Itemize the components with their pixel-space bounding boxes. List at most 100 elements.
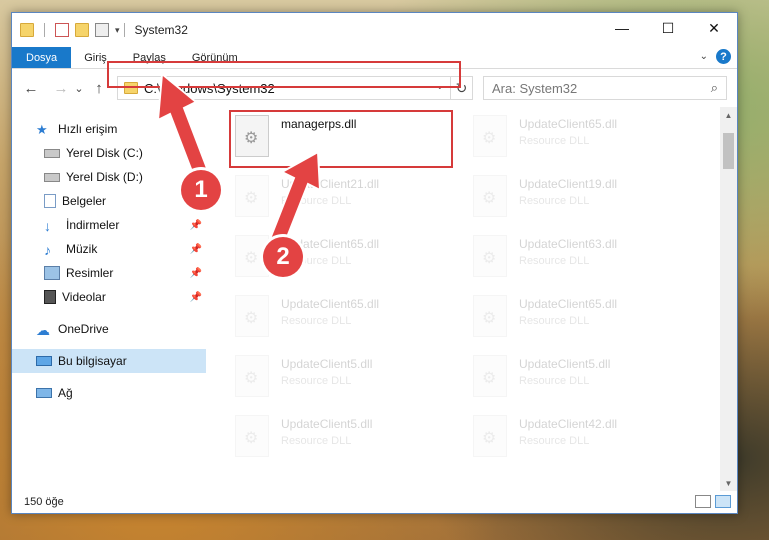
- sidebar-item-label: Yerel Disk (D:): [66, 170, 143, 184]
- recent-locations-button[interactable]: ⌄: [72, 77, 86, 99]
- details-view-icon[interactable]: [695, 495, 711, 508]
- file-item[interactable]: UpdateClient5.dll Resource DLL: [235, 355, 465, 409]
- sidebar-item-network[interactable]: Ağ: [12, 381, 206, 405]
- file-name: UpdateClient5.dll: [519, 357, 611, 371]
- customize-toolbar-icon[interactable]: ▾: [115, 25, 120, 36]
- file-name: UpdateClient19.dll: [519, 177, 618, 191]
- sidebar-item-label: Ağ: [58, 386, 73, 400]
- pin-icon[interactable]: 📌: [190, 268, 202, 279]
- file-name: UpdateClient65.dll: [519, 117, 618, 131]
- file-item[interactable]: UpdateClient5.dll Resource DLL: [473, 355, 703, 409]
- sidebar-item-music[interactable]: ♪ Müzik 📌: [12, 237, 206, 261]
- sidebar-item-label: OneDrive: [58, 322, 109, 336]
- dll-file-icon: [235, 415, 269, 457]
- view-switcher: [695, 495, 731, 508]
- scroll-up-icon[interactable]: ▲: [720, 107, 737, 123]
- file-item[interactable]: managerps.dll: [235, 115, 465, 169]
- navigation-bar: ← → ⌄ ↑ C:\Windows\System32 ⌄ ↻ Ara: Sys…: [12, 69, 737, 107]
- maximize-button[interactable]: ☐: [645, 13, 691, 43]
- network-icon: [36, 388, 52, 398]
- file-type: Resource DLL: [519, 435, 590, 447]
- sidebar-item-this-pc[interactable]: Bu bilgisayar: [12, 349, 206, 373]
- sidebar-item-downloads[interactable]: ↓ İndirmeler 📌: [12, 213, 206, 237]
- sidebar-item-quick-access[interactable]: ★ Hızlı erişim: [12, 117, 206, 141]
- separator: [123, 23, 125, 37]
- sidebar-item-label: Yerel Disk (C:): [66, 146, 143, 160]
- refresh-button[interactable]: ↻: [451, 76, 473, 100]
- file-item[interactable]: UpdateClient19.dll Resource DLL: [473, 175, 703, 229]
- file-item[interactable]: UpdateClient65.dll Resource DLL: [473, 295, 703, 349]
- file-type: Resource DLL: [519, 315, 590, 327]
- file-item[interactable]: UpdateClient65.dll Resource DLL: [473, 115, 703, 169]
- forward-button[interactable]: →: [50, 77, 72, 99]
- file-name: UpdateClient21.dll: [281, 177, 380, 191]
- address-bar[interactable]: C:\Windows\System32 ⌄: [117, 76, 451, 100]
- file-type: Resource DLL: [519, 195, 590, 207]
- minimize-button[interactable]: —: [599, 13, 645, 43]
- navigation-pane: ★ Hızlı erişim Yerel Disk (C:) 📌 Yerel D…: [12, 107, 207, 491]
- sidebar-item-label: Hızlı erişim: [58, 122, 118, 136]
- search-placeholder: Ara: System32: [492, 80, 578, 96]
- status-bar: 150 öğe: [12, 491, 737, 513]
- document-icon: [44, 194, 56, 208]
- separator: [44, 23, 45, 37]
- sidebar-item-label: Resimler: [66, 266, 114, 280]
- sidebar-item-label: İndirmeler: [66, 218, 120, 232]
- file-explorer-window: ▾ System32 — ☐ ✕ Dosya Giriş Paylaş Görü…: [11, 12, 738, 514]
- scroll-thumb[interactable]: [723, 133, 734, 169]
- sidebar-item-label: Bu bilgisayar: [58, 354, 127, 368]
- file-item[interactable]: UpdateClient21.dll Resource DLL: [235, 175, 465, 229]
- item-count: 150 öğe: [24, 496, 64, 508]
- music-icon: ♪: [44, 242, 51, 258]
- sidebar-item-videos[interactable]: Videolar 📌: [12, 285, 206, 309]
- window-title: System32: [134, 23, 188, 37]
- dll-file-icon: [473, 295, 507, 337]
- dll-file-icon: [235, 355, 269, 397]
- dll-file-icon: [473, 355, 507, 397]
- folder-icon: [20, 23, 34, 37]
- dll-file-icon: [473, 115, 507, 157]
- pin-icon[interactable]: 📌: [190, 244, 202, 255]
- dll-file-icon: [235, 175, 269, 217]
- file-item[interactable]: UpdateClient65.dll Resource DLL: [235, 295, 465, 349]
- file-item[interactable]: UpdateClient5.dll Resource DLL: [235, 415, 465, 469]
- sidebar-item-pictures[interactable]: Resimler 📌: [12, 261, 206, 285]
- file-item[interactable]: UpdateClient42.dll Resource DLL: [473, 415, 703, 469]
- close-button[interactable]: ✕: [691, 13, 737, 43]
- large-icons-view-icon[interactable]: [715, 495, 731, 508]
- back-button[interactable]: ←: [20, 77, 42, 99]
- file-name: UpdateClient65.dll: [519, 297, 618, 311]
- dll-file-icon: [235, 295, 269, 337]
- file-item[interactable]: UpdateClient63.dll Resource DLL: [473, 235, 703, 289]
- folder-icon: [124, 82, 138, 94]
- scroll-down-icon[interactable]: ▼: [720, 475, 737, 491]
- pin-icon[interactable]: 📌: [190, 292, 202, 303]
- tab-gorunum[interactable]: Görünüm: [179, 47, 251, 68]
- tab-dosya[interactable]: Dosya: [12, 47, 72, 68]
- sidebar-item-label: Belgeler: [62, 194, 107, 208]
- view-icon[interactable]: [95, 23, 109, 37]
- drive-icon: [44, 172, 60, 182]
- file-type: Resource DLL: [281, 315, 352, 327]
- vertical-scrollbar[interactable]: ▲ ▼: [720, 107, 737, 491]
- sidebar-item-onedrive[interactable]: ☁ OneDrive: [12, 317, 206, 341]
- pin-icon[interactable]: 📌: [190, 148, 202, 159]
- tab-paylas[interactable]: Paylaş: [120, 47, 179, 68]
- chevron-down-icon[interactable]: ⌄: [700, 51, 708, 62]
- file-type: Resource DLL: [519, 255, 590, 267]
- pin-icon[interactable]: 📌: [190, 220, 202, 231]
- sidebar-item-local-disk-c[interactable]: Yerel Disk (C:) 📌: [12, 141, 206, 165]
- sidebar-item-local-disk-d[interactable]: Yerel Disk (D:): [12, 165, 206, 189]
- callout-badge-2: 2: [263, 237, 303, 277]
- tab-giris[interactable]: Giriş: [71, 47, 120, 68]
- up-button[interactable]: ↑: [88, 77, 110, 99]
- new-folder-icon[interactable]: [75, 23, 89, 37]
- help-button[interactable]: ?: [716, 49, 731, 64]
- sidebar-item-documents[interactable]: Belgeler 📌: [12, 189, 206, 213]
- content-area: ★ Hızlı erişim Yerel Disk (C:) 📌 Yerel D…: [12, 107, 737, 491]
- search-input[interactable]: Ara: System32 ⌕: [483, 76, 727, 100]
- window-controls: — ☐ ✕: [599, 13, 737, 43]
- properties-icon[interactable]: [55, 23, 69, 37]
- chevron-down-icon[interactable]: ⌄: [436, 81, 444, 92]
- file-type: Resource DLL: [519, 135, 590, 147]
